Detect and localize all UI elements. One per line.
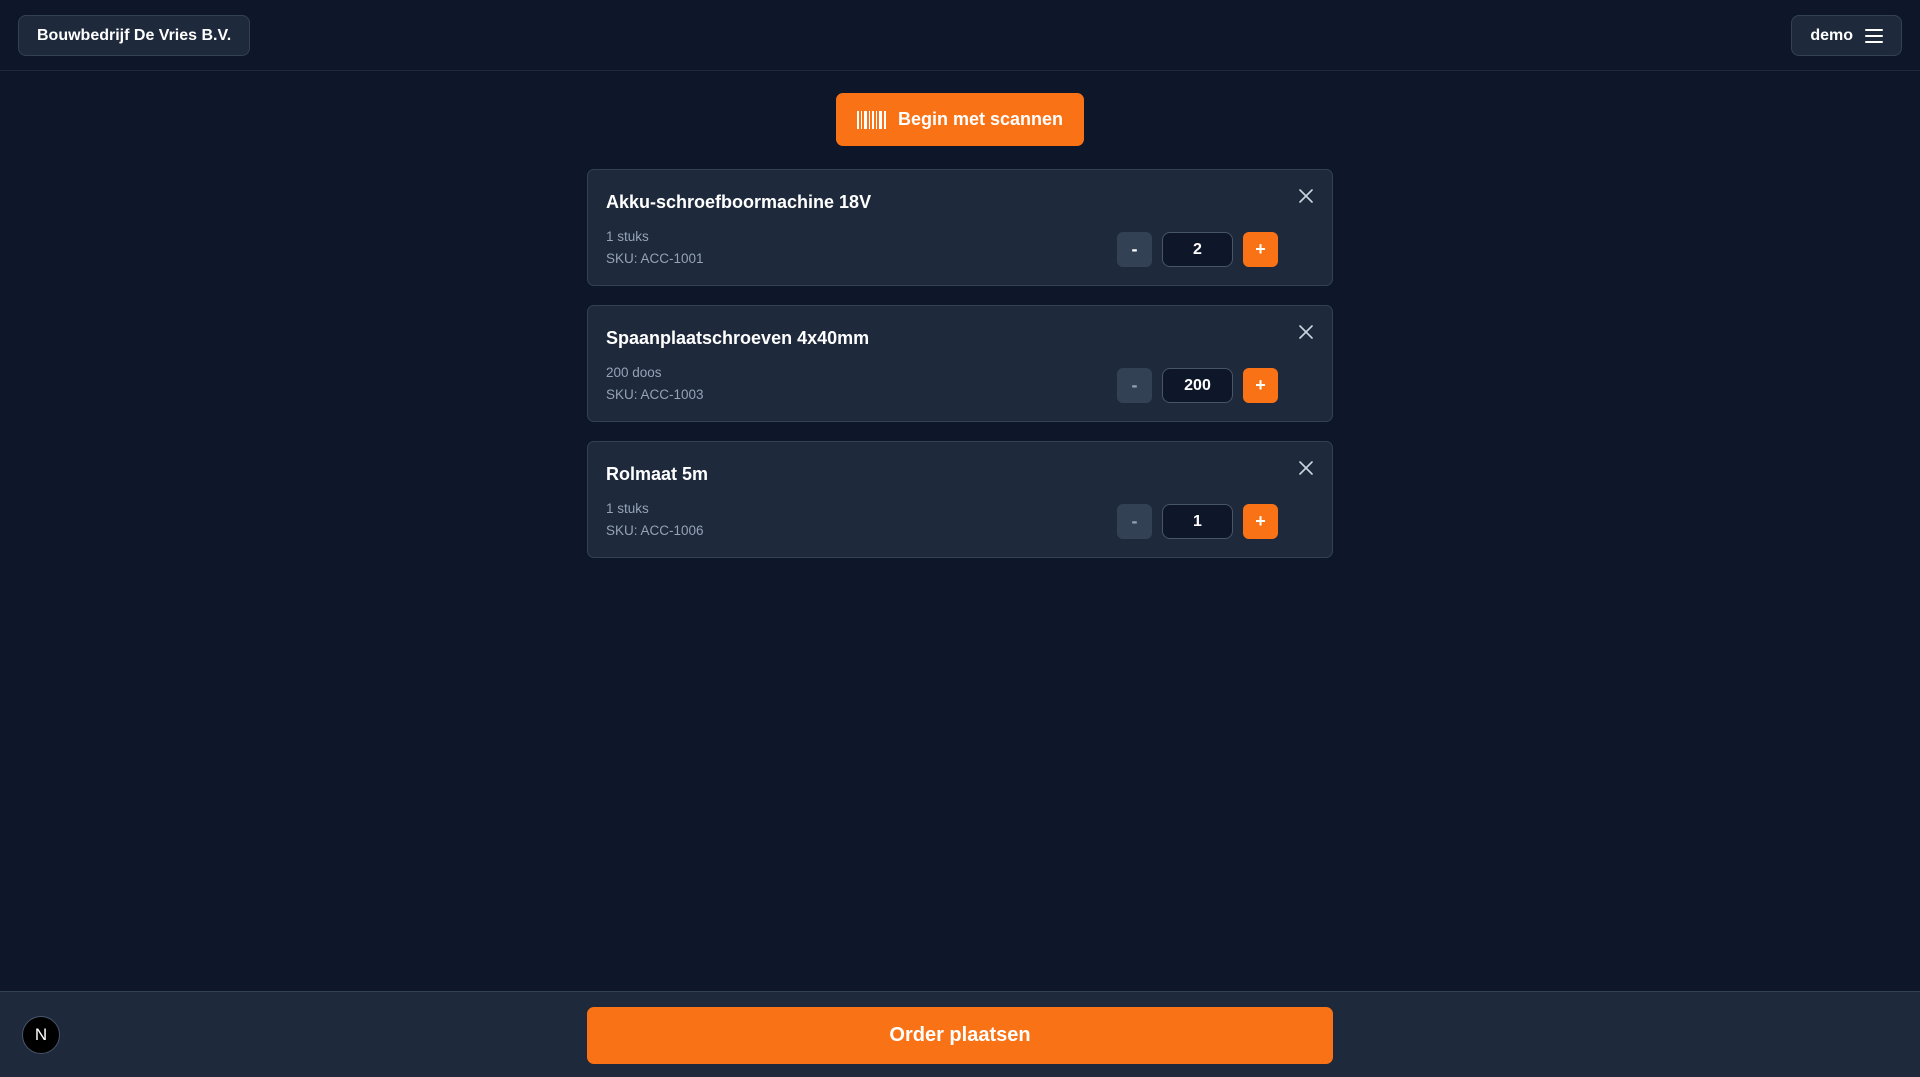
quantity-input[interactable]	[1162, 504, 1233, 539]
user-name: demo	[1810, 26, 1853, 44]
quantity-input[interactable]	[1162, 368, 1233, 403]
item-unit: 1 stuks	[606, 501, 649, 516]
order-item-card: Akku-schroefboormachine 18V 1 stuks SKU:…	[587, 169, 1333, 286]
close-icon	[1299, 189, 1313, 203]
close-icon	[1299, 461, 1313, 475]
item-name: Rolmaat 5m	[606, 464, 709, 484]
company-selector-button[interactable]: Bouwbedrijf De Vries B.V.	[18, 15, 251, 56]
item-sku: SKU: ACC-1001	[606, 251, 704, 266]
quantity-stepper: - +	[1117, 504, 1278, 539]
decrease-quantity-button[interactable]: -	[1117, 232, 1152, 267]
increase-quantity-button[interactable]: +	[1243, 232, 1278, 267]
user-menu-button[interactable]: demo	[1791, 15, 1902, 56]
remove-item-button[interactable]	[1296, 322, 1316, 342]
dev-tools-badge[interactable]: N	[22, 1016, 60, 1054]
barcode-icon	[856, 110, 886, 129]
start-scanning-label: Begin met scannen	[897, 109, 1064, 129]
remove-item-button[interactable]	[1296, 458, 1316, 478]
item-sku: SKU: ACC-1006	[606, 523, 704, 538]
item-sku: SKU: ACC-1003	[606, 387, 704, 402]
increase-quantity-button[interactable]: +	[1243, 504, 1278, 539]
item-name: Spaanplaatschroeven 4x40mm	[606, 328, 870, 348]
menu-icon	[1865, 28, 1883, 43]
item-unit: 200 doos	[606, 365, 662, 380]
close-icon	[1299, 325, 1313, 339]
quantity-stepper: - +	[1117, 232, 1278, 267]
top-bar: Bouwbedrijf De Vries B.V. demo	[0, 0, 1920, 71]
bottom-bar: N Order plaatsen	[0, 991, 1920, 1077]
quantity-stepper: - +	[1117, 368, 1278, 403]
place-order-button[interactable]: Order plaatsen	[587, 1007, 1333, 1064]
quantity-input[interactable]	[1162, 232, 1233, 267]
item-unit: 1 stuks	[606, 229, 649, 244]
decrease-quantity-button[interactable]: -	[1117, 368, 1152, 403]
increase-quantity-button[interactable]: +	[1243, 368, 1278, 403]
start-scanning-button[interactable]: Begin met scannen	[836, 93, 1084, 146]
item-name: Akku-schroefboormachine 18V	[606, 192, 872, 212]
order-item-card: Rolmaat 5m 1 stuks SKU: ACC-1006 - +	[587, 441, 1333, 558]
order-item-list: Akku-schroefboormachine 18V 1 stuks SKU:…	[587, 169, 1333, 577]
order-item-card: Spaanplaatschroeven 4x40mm 200 doos SKU:…	[587, 305, 1333, 422]
remove-item-button[interactable]	[1296, 186, 1316, 206]
decrease-quantity-button[interactable]: -	[1117, 504, 1152, 539]
